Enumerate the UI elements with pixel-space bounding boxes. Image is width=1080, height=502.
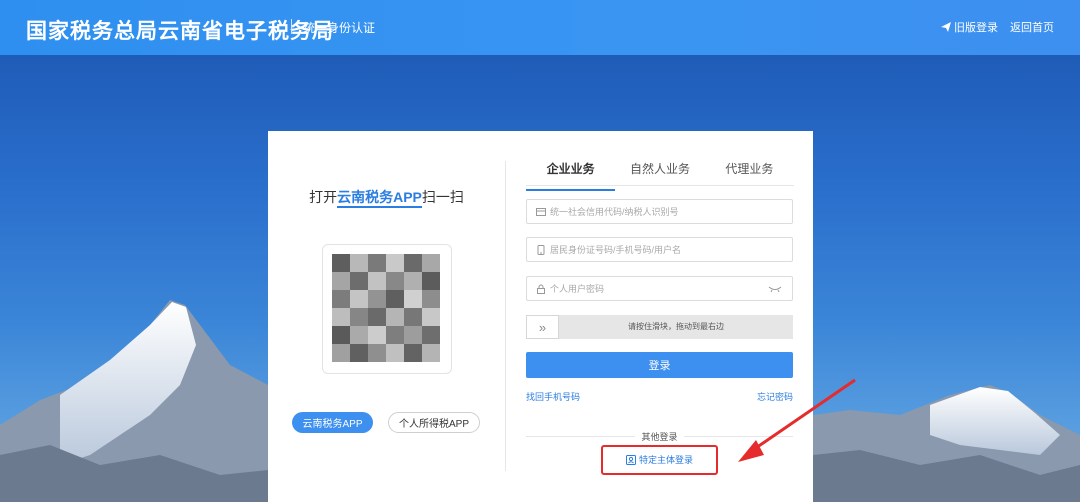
site-title: 国家税务总局云南省电子税务局 — [26, 20, 334, 43]
qr-code-icon — [332, 254, 440, 362]
old-login-label: 旧版登录 — [954, 22, 998, 34]
lock-icon — [537, 284, 545, 294]
qr-code — [322, 244, 452, 374]
id-field — [526, 237, 793, 262]
scan-prefix: 打开 — [309, 189, 338, 205]
slider-captcha: » 请按住滑块，拖动到最右边 — [526, 315, 793, 339]
scan-suffix: 扫一扫 — [421, 189, 464, 205]
site-subtitle: 统一身份认证 — [303, 21, 376, 35]
slider-handle[interactable]: » — [526, 315, 559, 339]
credit-code-input[interactable] — [550, 206, 792, 217]
old-login-link[interactable]: 旧版登录 — [941, 19, 998, 35]
tab-natural-person[interactable]: 自然人业务 — [615, 159, 704, 185]
forgot-phone-link[interactable]: 找回手机号码 — [526, 390, 580, 403]
personal-income-tax-app-button[interactable]: 个人所得税APP — [388, 412, 480, 433]
title-separator — [291, 19, 292, 34]
header-links: 旧版登录 返回首页 — [941, 19, 1054, 35]
card-icon — [536, 207, 546, 216]
login-card: 打开云南税务APP扫一扫 云南税务APP 个人所得税APP 企业业务 自然人业务… — [268, 131, 813, 502]
forgot-password-link[interactable]: 忘记密码 — [757, 390, 793, 403]
id-input[interactable] — [550, 244, 792, 255]
business-tabs: 企业业务 自然人业务 代理业务 — [526, 159, 794, 191]
pane-divider — [505, 161, 506, 471]
slider-hint: 请按住滑块，拖动到最右边 — [628, 322, 724, 331]
yunnan-tax-app-button[interactable]: 云南税务APP — [292, 412, 373, 433]
send-icon — [941, 22, 951, 32]
qr-pane: 打开云南税务APP扫一扫 云南税务APP 个人所得税APP — [268, 131, 505, 502]
phone-icon — [537, 244, 545, 255]
credit-code-field — [526, 199, 793, 224]
tab-enterprise[interactable]: 企业业务 — [526, 159, 616, 191]
login-button[interactable]: 登录 — [526, 352, 793, 378]
other-login-text: 其他登录 — [635, 432, 684, 442]
password-input[interactable] — [550, 283, 768, 294]
highlight-box — [601, 445, 718, 475]
tab-agent[interactable]: 代理业务 — [705, 159, 794, 185]
password-field — [526, 276, 793, 301]
eye-closed-icon[interactable] — [768, 285, 782, 293]
scan-app-name: 云南税务APP — [337, 189, 422, 208]
home-link[interactable]: 返回首页 — [1010, 19, 1054, 35]
other-login-label: 其他登录 — [526, 430, 793, 443]
scan-title: 打开云南税务APP扫一扫 — [268, 187, 505, 208]
top-header: 国家税务总局云南省电子税务局 统一身份认证 旧版登录 返回首页 — [0, 0, 1080, 55]
